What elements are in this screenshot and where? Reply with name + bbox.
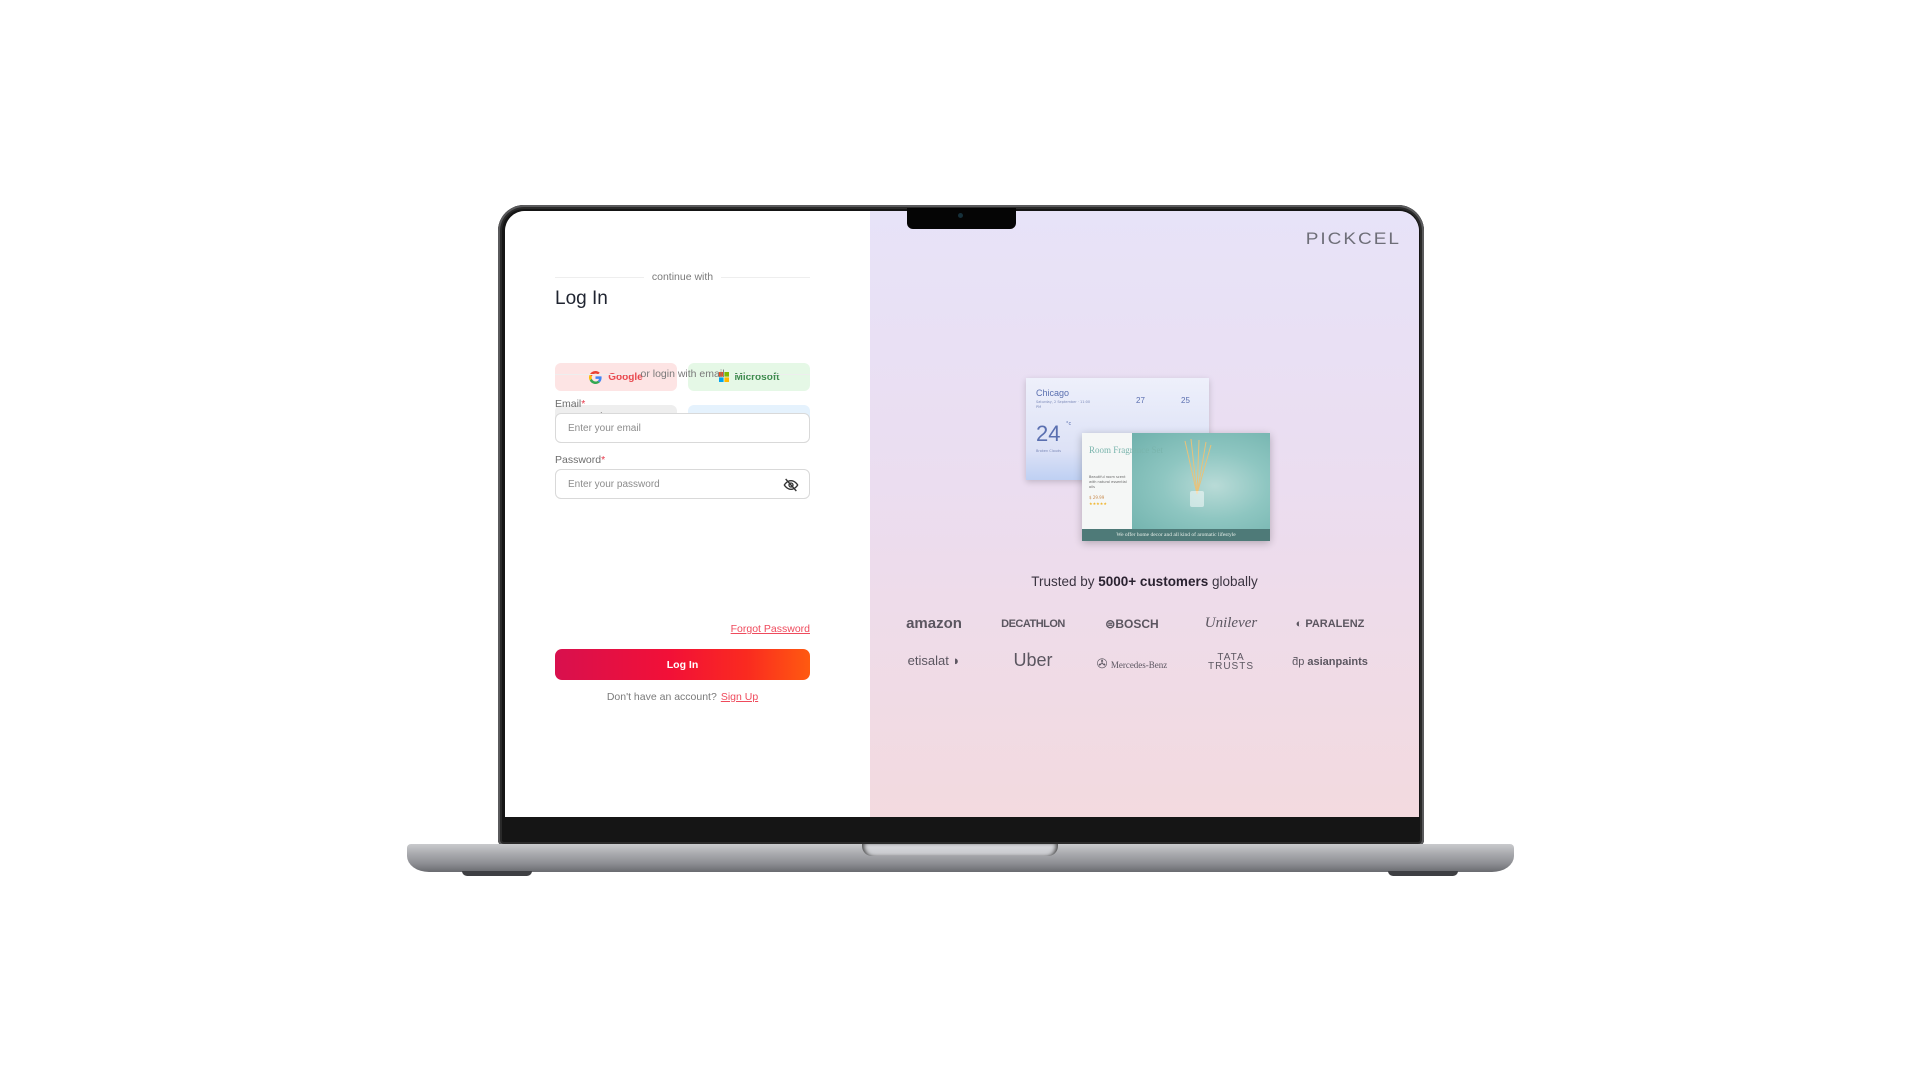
trusted-highlight: 5000+ customers xyxy=(1098,574,1209,589)
weather-forecast-value: 27 xyxy=(1136,396,1145,405)
password-label-text: Password xyxy=(555,454,602,466)
asianpaints-text: asianpaints xyxy=(1307,656,1368,668)
trusted-suffix: globally xyxy=(1211,574,1258,589)
customer-logo-amazon: amazon xyxy=(906,615,962,632)
etisalat-text: etisalat xyxy=(907,653,949,668)
camera-notch xyxy=(907,208,1016,229)
continue-with-text: continue with xyxy=(651,271,714,283)
trusted-by-text: Trusted by 5000+ customers globally xyxy=(870,574,1419,589)
password-label: Password* xyxy=(555,454,605,466)
divider-line xyxy=(555,276,644,278)
customer-logo-decathlon: DECATHLON xyxy=(1001,618,1065,630)
divider-line xyxy=(732,373,811,375)
bosch-text: BOSCH xyxy=(1115,617,1159,631)
bosch-icon: ⊜ xyxy=(1105,617,1116,631)
page-title: Log In xyxy=(555,288,608,309)
email-input[interactable] xyxy=(556,414,780,442)
customer-logo-etisalat: etisalat ◗ xyxy=(889,653,979,668)
promo-title: Room Fragrance Set xyxy=(1089,445,1163,455)
customer-logo-mercedes: ✇ Mercedes-Benz xyxy=(1087,656,1177,672)
customer-logo-unilever: Unilever xyxy=(1204,615,1258,631)
email-label-text: Email xyxy=(555,398,582,410)
login-panel: Log In continue with Google Microsoft Ap… xyxy=(505,211,870,817)
continue-with-divider: continue with xyxy=(555,270,811,284)
required-marker: * xyxy=(581,398,586,410)
laptop-screen: Log In continue with Google Microsoft Ap… xyxy=(505,211,1419,817)
reed-diffuser-icon xyxy=(1184,439,1212,507)
mercedes-star-icon: ✇ xyxy=(1096,656,1111,671)
promo-preview-card: Room Fragrance Set Beautiful room scent … xyxy=(1082,433,1270,541)
trusted-prefix: Trusted by xyxy=(1031,574,1095,589)
email-field-wrapper xyxy=(555,413,810,443)
sign-up-link[interactable]: Sign Up xyxy=(721,691,758,703)
email-label: Email* xyxy=(555,398,585,410)
weather-unit: °c xyxy=(1066,421,1072,427)
required-marker: * xyxy=(601,454,606,466)
divider-line xyxy=(555,373,633,375)
customer-logo-asianpaints: ƌp asianpaints xyxy=(1285,656,1375,668)
weather-condition: Broken Clouds xyxy=(1036,449,1062,453)
promo-price: $ 29.99 xyxy=(1089,495,1105,500)
weather-forecast-value: 25 xyxy=(1181,396,1190,405)
customer-logo-paralenz: ◐ PARALENZ xyxy=(1285,618,1375,630)
laptop-foot-left xyxy=(462,871,532,876)
showcase-panel: PICKCEL Chicago Saturday, 2 September · … xyxy=(870,211,1419,817)
eye-off-icon[interactable] xyxy=(783,477,799,496)
login-button[interactable]: Log In xyxy=(555,649,810,680)
password-input[interactable] xyxy=(556,470,780,498)
laptop-foot-right xyxy=(1388,871,1458,876)
email-divider: or login with email xyxy=(555,367,811,381)
signup-prompt: Don't have an account? Sign Up xyxy=(555,691,810,703)
weather-city: Chicago xyxy=(1036,388,1070,398)
divider-line xyxy=(721,276,811,278)
no-account-text: Don't have an account? xyxy=(606,691,717,703)
camera-icon xyxy=(958,213,963,218)
weather-temperature: 24 xyxy=(1036,421,1061,446)
etisalat-icon: ◗ xyxy=(948,653,961,668)
customer-logo-uber: Uber xyxy=(1013,650,1053,670)
customer-logo-tata-trusts: TATA TRUSTS xyxy=(1208,652,1254,672)
password-field-wrapper xyxy=(555,469,810,499)
pickcel-logo: PICKCEL xyxy=(1305,230,1401,249)
forgot-password-link[interactable]: Forgot Password xyxy=(731,623,810,635)
paralenz-icon: ◐ xyxy=(1295,618,1306,630)
promo-description: Beautiful room scent with natural essent… xyxy=(1089,475,1127,489)
paralenz-text: PARALENZ xyxy=(1305,618,1365,630)
asianpaints-icon: ƌp xyxy=(1292,656,1308,668)
mercedes-text: Mercedes-Benz xyxy=(1110,660,1168,670)
customer-logo-bosch: ⊜BOSCH xyxy=(1087,617,1177,631)
or-login-with-email-text: or login with email xyxy=(640,368,725,380)
laptop-hinge-notch xyxy=(862,844,1058,856)
promo-tagline: We offer home decor and all kind of arom… xyxy=(1082,529,1270,541)
weather-subtitle: Saturday, 2 September · 11:00 PM xyxy=(1036,400,1091,409)
promo-rating-stars: ★★★★★ xyxy=(1089,501,1107,506)
